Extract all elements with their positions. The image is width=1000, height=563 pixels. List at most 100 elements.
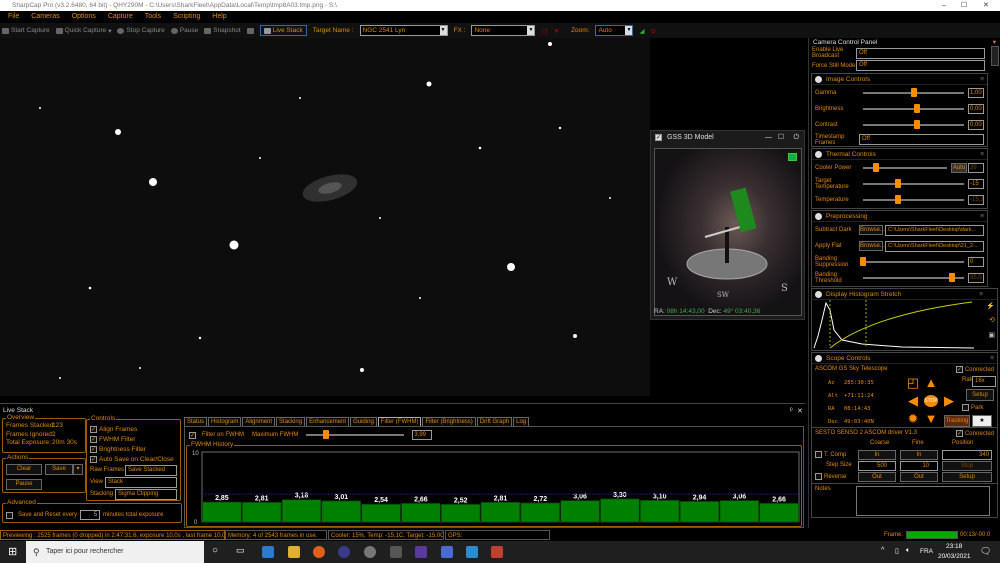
- photos-icon[interactable]: [466, 546, 478, 558]
- target-temp-slider[interactable]: [863, 179, 964, 188]
- raw-frames-select[interactable]: Save Stacked: [125, 465, 177, 476]
- menu-capture[interactable]: Capture: [108, 11, 133, 23]
- tracking-button[interactable]: Tracking: [944, 415, 970, 427]
- panel-scrollbar[interactable]: [991, 46, 999, 66]
- app-icon-1[interactable]: [338, 546, 350, 558]
- coarse-step-input[interactable]: 500: [858, 461, 896, 471]
- stacking-select[interactable]: Sigma Clipping: [115, 489, 177, 500]
- tab-log[interactable]: Log: [513, 417, 530, 426]
- coarse-in-button[interactable]: In: [858, 450, 896, 460]
- mount-connected-checkbox[interactable]: ✓: [955, 366, 963, 373]
- slider-thumb[interactable]: [913, 120, 920, 129]
- cortana-icon[interactable]: ○: [212, 545, 218, 556]
- app-icon-5[interactable]: [441, 546, 453, 558]
- pause-stack-button[interactable]: Pause: [6, 479, 42, 490]
- close-button[interactable]: ✕: [983, 0, 989, 11]
- thermal-controls-header[interactable]: Thermal Controls ≡: [812, 149, 987, 160]
- max-fwhm-value[interactable]: 3,99: [412, 430, 433, 440]
- tab-enhancement[interactable]: Enhancement: [306, 417, 350, 426]
- minutes-input[interactable]: 5: [80, 510, 101, 520]
- rate-select[interactable]: 16x: [972, 376, 996, 387]
- menu-cameras[interactable]: Cameras: [31, 11, 59, 23]
- menu-icon[interactable]: ≡: [979, 289, 983, 300]
- tab-histogram[interactable]: Histogram: [208, 417, 242, 426]
- zoom-select[interactable]: Auto ▼: [595, 25, 634, 36]
- browse-dark-button[interactable]: Browse...: [859, 225, 885, 235]
- tracking-rate-star-icon[interactable]: ★: [972, 415, 992, 427]
- view-select[interactable]: Stack: [105, 477, 177, 488]
- preprocessing-header[interactable]: Preprocessing ≡: [812, 211, 987, 222]
- menu-file[interactable]: File: [8, 11, 19, 23]
- force-still-select[interactable]: Off: [856, 60, 985, 71]
- minimize-button[interactable]: –: [942, 0, 946, 11]
- mail-icon[interactable]: [262, 546, 274, 558]
- tab-filter-fwhm[interactable]: Filter (FWHM): [377, 417, 422, 426]
- app-icon-4[interactable]: [415, 546, 427, 558]
- coarse-out-button[interactable]: Out: [858, 472, 896, 482]
- fx-select[interactable]: None ▼: [471, 25, 536, 36]
- focuser-connected-checkbox[interactable]: ✓: [955, 430, 963, 437]
- notifications-icon[interactable]: 🗨︎: [980, 546, 991, 557]
- tab-stacking[interactable]: Stacking: [276, 417, 306, 426]
- gss-checkbox[interactable]: ✓: [655, 134, 662, 141]
- pin-icon[interactable]: ᵖ: [790, 407, 793, 414]
- brightness-filter-checkbox[interactable]: ✓: [90, 445, 97, 453]
- menu-icon[interactable]: ≡: [980, 149, 984, 160]
- menu-icon[interactable]: ≡: [990, 353, 994, 364]
- histogram-icon[interactable]: ◢: [639, 27, 644, 35]
- brightness-slider[interactable]: [863, 104, 964, 113]
- fine-out-button[interactable]: Out: [900, 472, 938, 482]
- image-controls-header[interactable]: Image Controls ≡: [812, 74, 987, 85]
- reverse-checkbox[interactable]: [815, 473, 822, 480]
- align-frames-checkbox[interactable]: ✓: [90, 425, 97, 433]
- live-broadcast-select[interactable]: Off: [856, 47, 985, 59]
- tab-drift-graph[interactable]: Drift Graph: [476, 417, 513, 426]
- fine-step-input[interactable]: 10: [900, 461, 938, 471]
- mount-setup-button[interactable]: Setup: [966, 389, 994, 401]
- arrow-right-icon[interactable]: ▶: [940, 392, 958, 410]
- clock-date[interactable]: 20/03/2021: [938, 553, 971, 560]
- histogram-view[interactable]: ⚡ ⟲ ▣: [812, 300, 997, 350]
- pause-button[interactable]: Pause: [170, 27, 198, 34]
- menu-scripting[interactable]: Scripting: [173, 11, 200, 23]
- app-icon-3[interactable]: [390, 546, 402, 558]
- stop-button[interactable]: STOP: [924, 395, 938, 407]
- banding-threshold-value[interactable]: 35,0: [968, 273, 984, 283]
- clock-time[interactable]: 23:18: [946, 543, 962, 550]
- monitor-icon[interactable]: [246, 27, 254, 34]
- tab-filter-brightness[interactable]: Filter (Brightness): [422, 417, 476, 426]
- power-icon[interactable]: ⏻: [793, 131, 799, 145]
- save-icon[interactable]: ▣: [988, 331, 995, 339]
- menu-options[interactable]: Options: [72, 11, 96, 23]
- tcomp-checkbox[interactable]: [815, 451, 822, 458]
- timestamp-select[interactable]: Off: [859, 134, 984, 145]
- stop-capture-button[interactable]: Stop Capture: [117, 27, 165, 34]
- task-view-icon[interactable]: ▭: [236, 545, 245, 556]
- menu-icon[interactable]: ≡: [980, 211, 984, 222]
- contrast-slider[interactable]: [863, 120, 964, 129]
- slider-thumb[interactable]: [872, 163, 879, 172]
- maximize-icon[interactable]: ☐: [778, 131, 784, 145]
- save-button[interactable]: Save: [45, 464, 73, 475]
- target-name-input[interactable]: NGC 2541 Lyn ▼: [359, 25, 448, 36]
- quick-capture-button[interactable]: Quick Capture ▾: [55, 27, 111, 35]
- reticle-icon[interactable]: ▢: [541, 27, 547, 35]
- arrow-up-icon[interactable]: ▲: [922, 374, 940, 392]
- scope-controls-header[interactable]: Scope Controls ≡: [812, 353, 997, 364]
- browse-flat-button[interactable]: Browse...: [859, 241, 885, 251]
- close-icon[interactable]: ✕: [797, 407, 803, 415]
- banding-suppression-slider[interactable]: [860, 257, 964, 266]
- tray-chevron-icon[interactable]: ^: [881, 547, 884, 554]
- brightness-value[interactable]: 0,00: [968, 104, 984, 114]
- max-fwhm-slider[interactable]: [306, 430, 405, 439]
- arrow-left-icon[interactable]: ◀: [904, 392, 922, 410]
- menu-help[interactable]: Help: [212, 11, 226, 23]
- snapshot-button[interactable]: Snapshot: [204, 27, 241, 34]
- windows-start-icon[interactable]: ⊞: [8, 545, 17, 558]
- focuser-setup-button[interactable]: Setup: [942, 472, 992, 482]
- save-reset-checkbox[interactable]: [6, 511, 13, 519]
- sun-icon[interactable]: ✹: [904, 410, 922, 428]
- save-dropdown-icon[interactable]: ▾: [73, 464, 83, 475]
- position-value[interactable]: 340: [942, 450, 992, 460]
- gamma-slider[interactable]: [863, 88, 964, 97]
